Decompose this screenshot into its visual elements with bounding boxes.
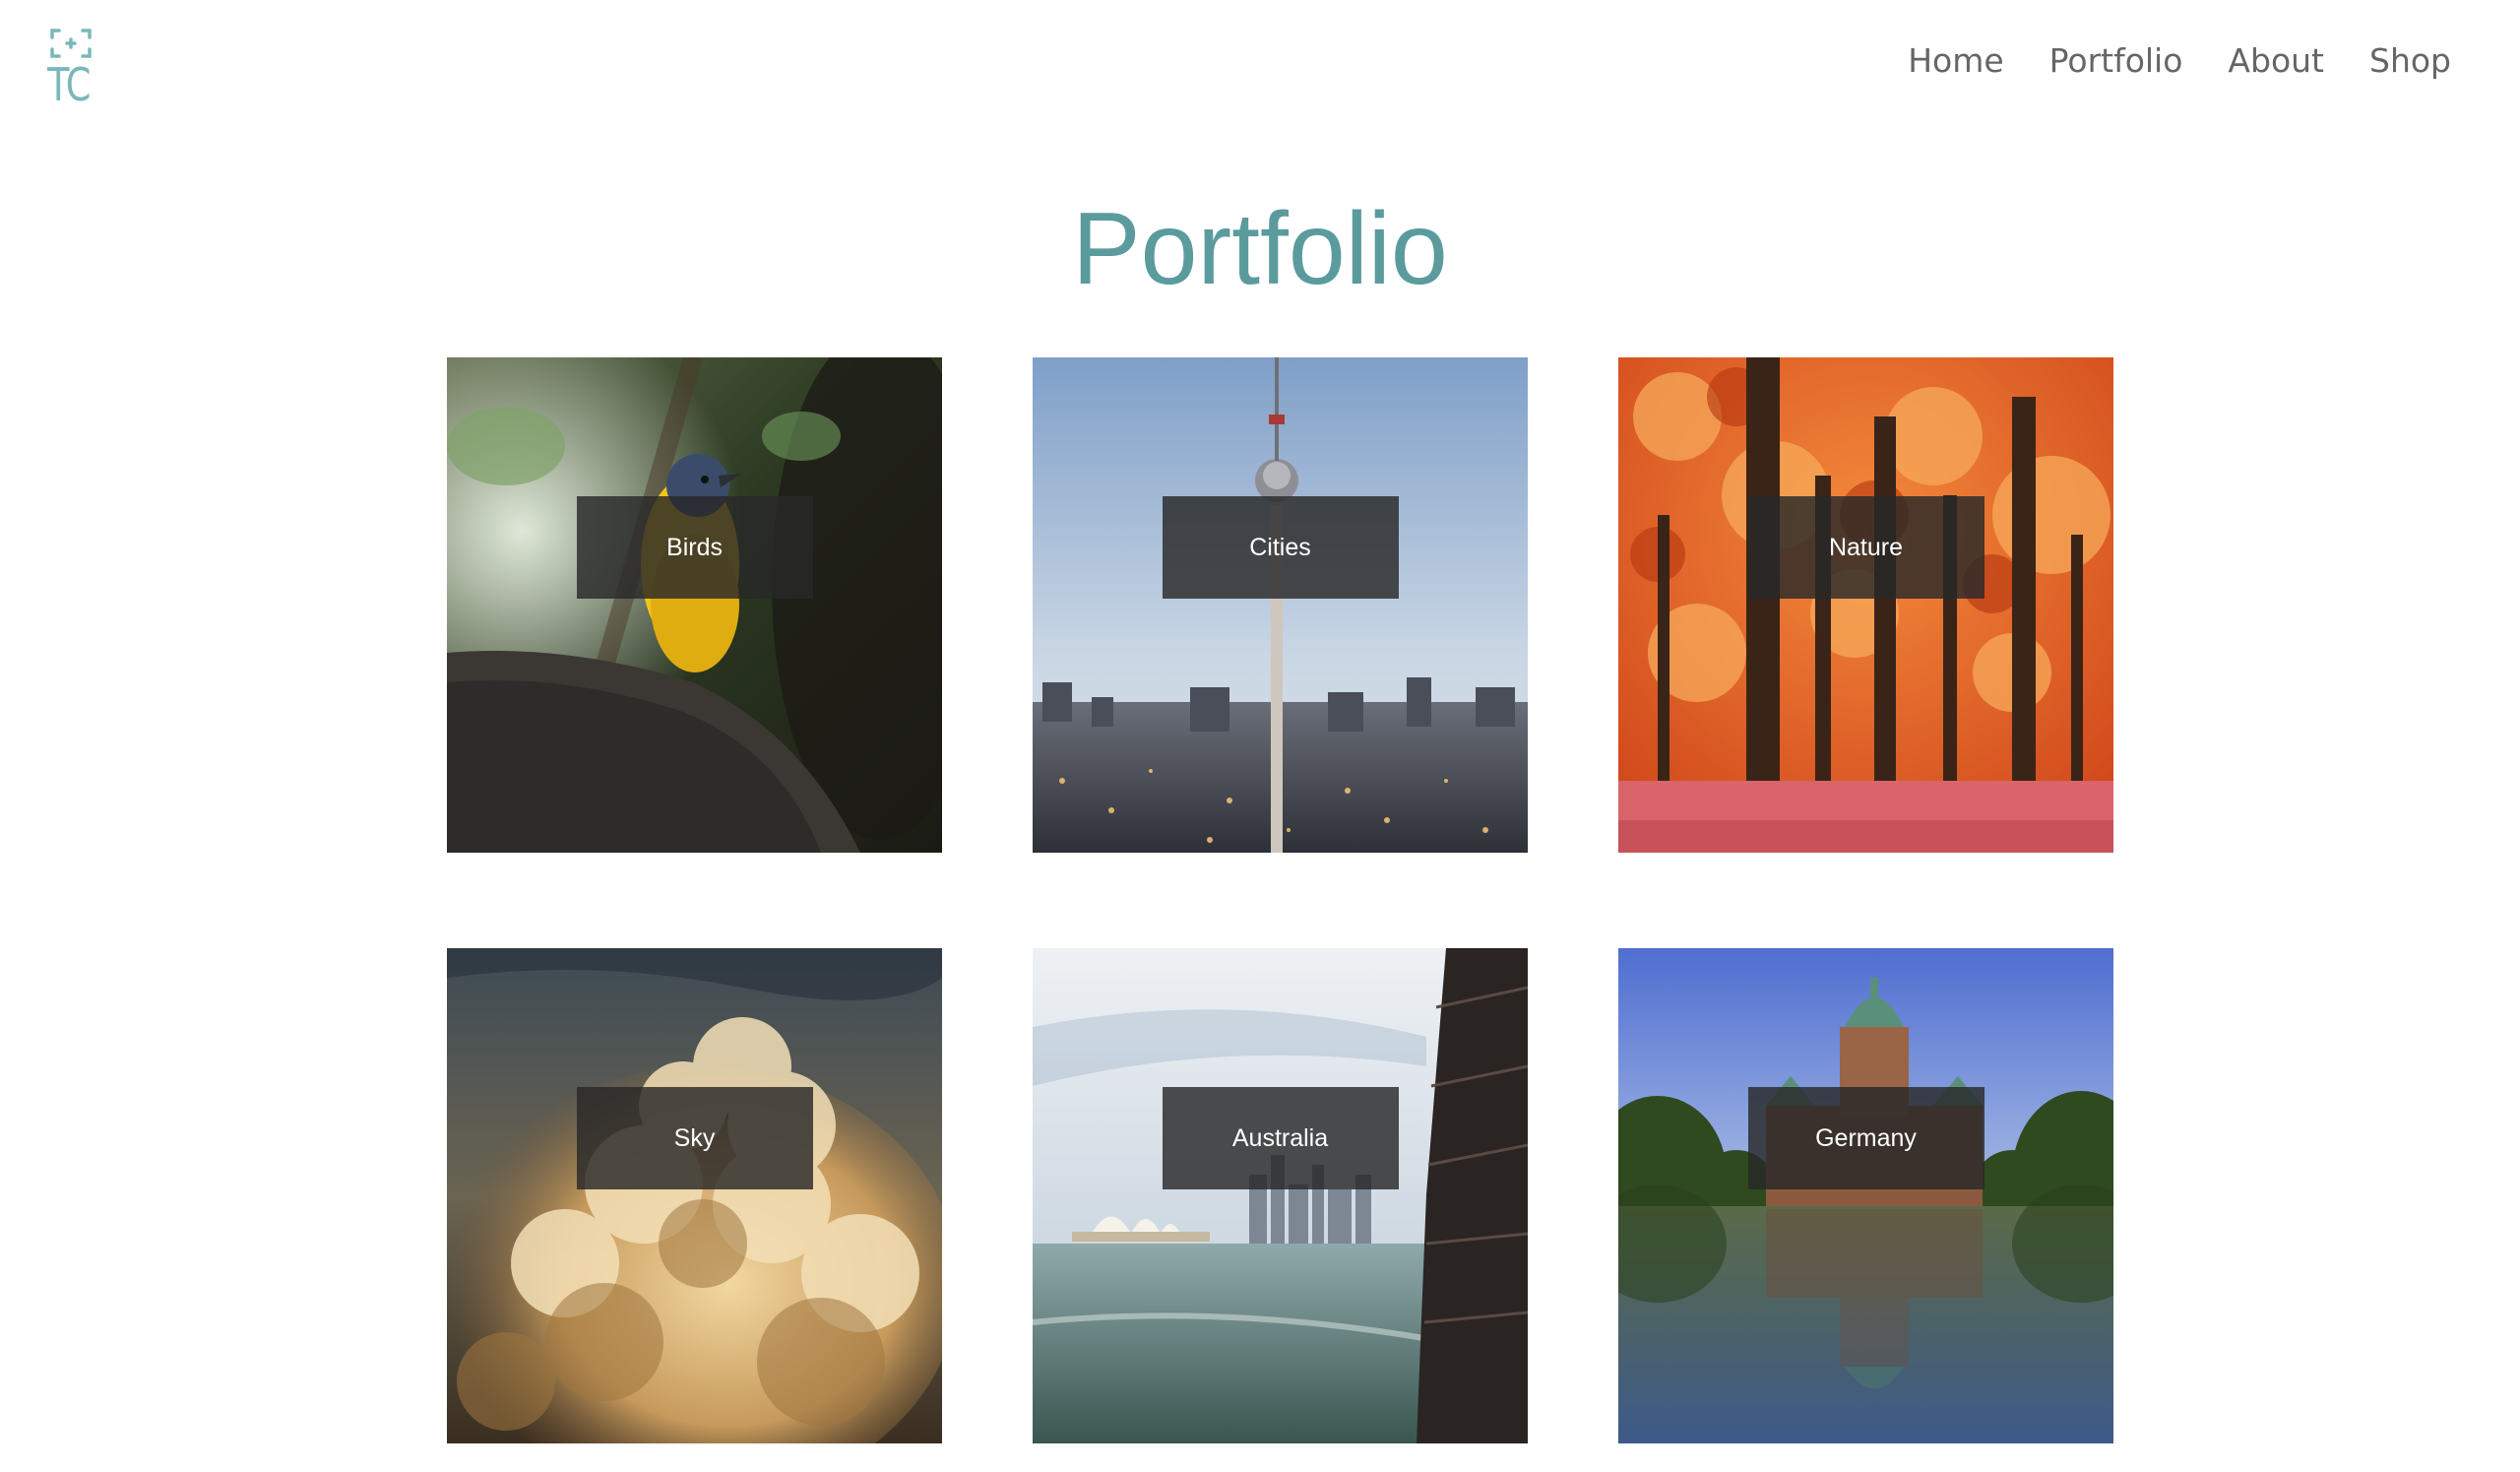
main-nav: Home Portfolio About Shop <box>1908 41 2451 80</box>
nature-photo <box>1618 357 2113 853</box>
site-logo[interactable]: TC <box>47 28 96 118</box>
gallery-tile-nature[interactable]: Nature <box>1618 357 2113 853</box>
page: TC Home Portfolio About Shop Portfolio B… <box>0 0 2520 1472</box>
germany-photo <box>1618 948 2113 1443</box>
gallery-tile-sky[interactable]: Sky <box>447 948 942 1443</box>
tile-caption: Sky <box>576 1087 813 1189</box>
logo-text: TC <box>47 58 91 111</box>
cities-photo <box>1033 357 1528 853</box>
gallery-tile-germany[interactable]: Germany <box>1618 948 2113 1443</box>
tile-caption: Australia <box>1162 1087 1399 1189</box>
tile-caption: Nature <box>1747 496 1984 599</box>
portfolio-gallery: Birds Cities Nature Sky Australia German… <box>447 357 2113 1443</box>
nav-item-shop[interactable]: Shop <box>2369 41 2451 80</box>
gallery-tile-cities[interactable]: Cities <box>1033 357 1528 853</box>
gallery-tile-birds[interactable]: Birds <box>447 357 942 853</box>
nav-item-about[interactable]: About <box>2228 41 2324 80</box>
page-title: Portfolio <box>1072 192 1448 306</box>
nav-item-home[interactable]: Home <box>1908 41 2003 80</box>
sky-photo <box>447 948 942 1443</box>
australia-photo <box>1033 948 1528 1443</box>
camera-focus-icon <box>50 29 92 58</box>
tile-caption: Cities <box>1162 496 1399 599</box>
nav-item-portfolio[interactable]: Portfolio <box>2049 41 2183 80</box>
gallery-tile-australia[interactable]: Australia <box>1033 948 1528 1443</box>
birds-photo <box>447 357 942 853</box>
tile-caption: Germany <box>1747 1087 1984 1189</box>
tile-caption: Birds <box>576 496 813 599</box>
